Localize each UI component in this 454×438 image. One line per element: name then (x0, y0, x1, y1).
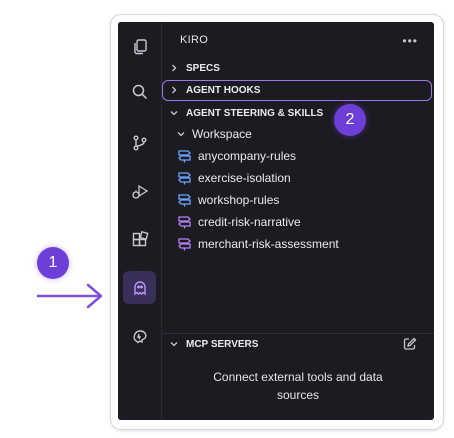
steering-item[interactable]: credit-risk-narrative (162, 212, 434, 232)
search-icon[interactable] (123, 75, 156, 108)
workspace-folder[interactable]: Workspace (162, 124, 434, 144)
chevron-right-icon (170, 86, 180, 94)
signpost-icon (176, 149, 192, 163)
signpost-icon (176, 193, 192, 207)
steering-item[interactable]: exercise-isolation (162, 168, 434, 188)
kiro-alt-icon[interactable] (123, 319, 156, 352)
workspace-label: Workspace (192, 127, 252, 141)
chevron-down-icon (170, 340, 180, 348)
run-debug-icon[interactable] (123, 175, 156, 208)
extensions-icon[interactable] (123, 223, 156, 256)
activity-bar (118, 22, 162, 420)
chevron-down-icon (176, 127, 186, 141)
source-control-icon[interactable] (123, 126, 156, 159)
signpost-icon (176, 171, 192, 185)
mcp-empty-message: Connect external tools and data sources (213, 370, 383, 402)
steering-item-label: merchant-risk-assessment (198, 237, 339, 251)
panel-title: KIRO (180, 34, 209, 46)
kiro-ghost-icon[interactable] (123, 271, 156, 304)
section-mcp-servers-label: MCP SERVERS (186, 338, 259, 350)
section-agent-steering[interactable]: AGENT STEERING & SKILLS (162, 103, 434, 123)
section-agent-hooks[interactable]: AGENT HOOKS (162, 80, 434, 100)
steering-item[interactable]: merchant-risk-assessment (162, 234, 434, 254)
steering-item-label: credit-risk-narrative (198, 215, 301, 229)
section-mcp-servers[interactable]: MCP SERVERS (162, 334, 434, 354)
callout-badge-1: 1 (37, 247, 69, 279)
files-icon[interactable] (123, 30, 156, 63)
steering-item-label: anycompany-rules (198, 149, 297, 163)
chevron-down-icon (170, 109, 180, 117)
edit-icon[interactable] (402, 336, 418, 357)
pointer-arrow-icon (36, 283, 103, 309)
chevron-right-icon (170, 64, 180, 72)
section-specs-label: SPECS (186, 62, 220, 74)
steering-item-label: exercise-isolation (198, 171, 291, 185)
section-agent-steering-label: AGENT STEERING & SKILLS (186, 107, 324, 119)
callout-badge-2: 2 (334, 104, 366, 136)
section-specs[interactable]: SPECS (162, 58, 434, 78)
steering-item[interactable]: anycompany-rules (162, 146, 434, 166)
more-horizontal-icon[interactable]: ••• (402, 34, 418, 48)
signpost-icon (176, 215, 192, 229)
steering-item-label: workshop-rules (198, 193, 280, 207)
ide-window: KIRO ••• SPECS AGENT HOOKS AGENT STEERIN… (118, 22, 434, 420)
steering-item[interactable]: workshop-rules (162, 190, 434, 210)
kiro-panel: KIRO ••• SPECS AGENT HOOKS AGENT STEERIN… (162, 22, 434, 420)
signpost-icon (176, 237, 192, 251)
section-agent-hooks-label: AGENT HOOKS (186, 84, 261, 96)
